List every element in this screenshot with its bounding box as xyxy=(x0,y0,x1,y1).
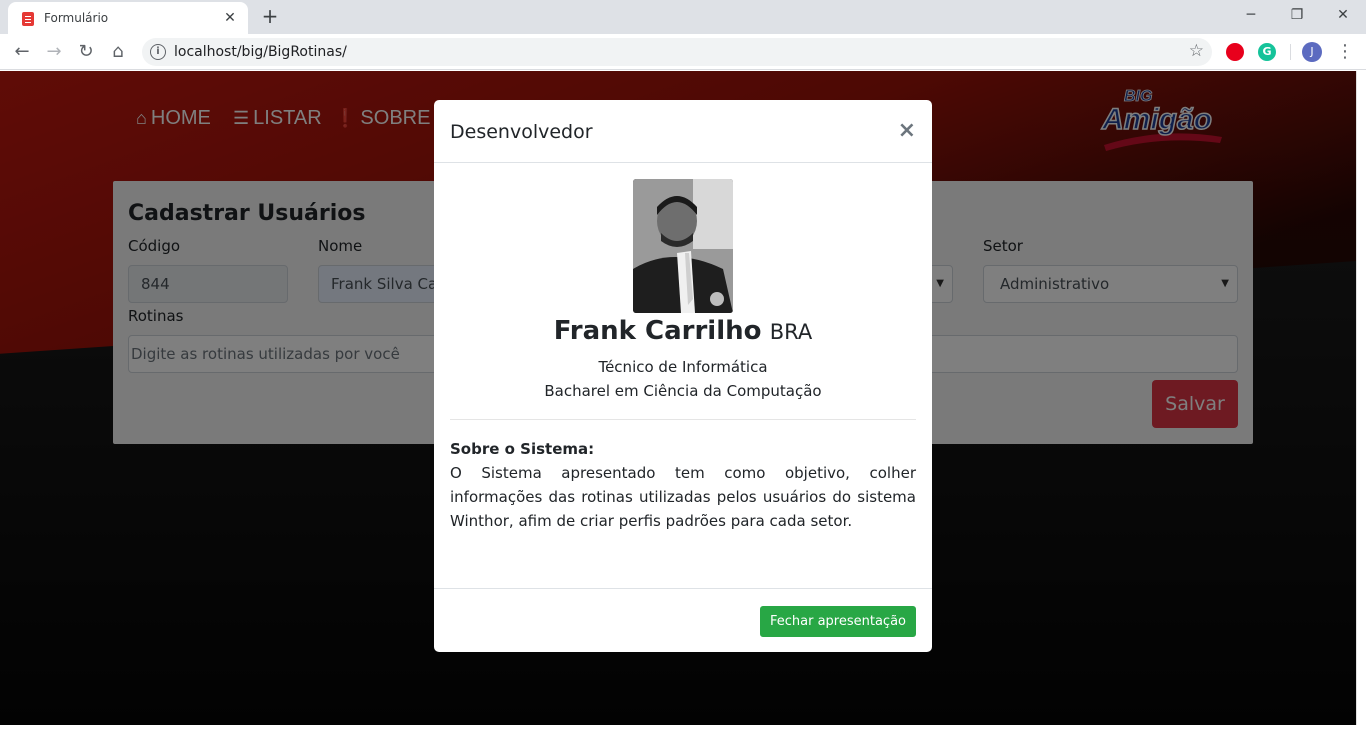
forward-icon[interactable]: → xyxy=(40,38,68,66)
modal-close-icon[interactable]: × xyxy=(898,118,916,143)
developer-modal: Desenvolvedor × Frank Carrilho BRA Técni… xyxy=(434,100,932,652)
browser-tabstrip: Formulário ✕ + ─ ❐ ✕ xyxy=(0,0,1366,34)
scrollbar[interactable] xyxy=(1356,71,1366,725)
back-icon[interactable]: ← xyxy=(8,38,36,66)
close-tab-icon[interactable]: ✕ xyxy=(220,8,240,28)
developer-degree: Bacharel em Ciência da Computação xyxy=(544,382,822,400)
window-bottom-edge xyxy=(0,725,1366,732)
modal-footer: Fechar apresentação xyxy=(434,588,932,652)
about-title: Sobre o Sistema: xyxy=(450,440,595,458)
restore-icon[interactable]: ❐ xyxy=(1274,0,1320,30)
developer-role: Técnico de Informática xyxy=(598,358,768,376)
reload-icon[interactable]: ↻ xyxy=(72,38,100,66)
browser-toolbar: ← → ↻ ⌂ i localhost/big/BigRotinas/ ☆ G … xyxy=(0,34,1366,70)
address-bar[interactable]: i localhost/big/BigRotinas/ ☆ xyxy=(142,38,1212,66)
home-icon[interactable]: ⌂ xyxy=(104,38,132,66)
developer-name-text: Frank Carrilho xyxy=(553,316,762,346)
tab-title: Formulário xyxy=(44,11,109,25)
developer-country: BRA xyxy=(769,320,813,344)
modal-header: Desenvolvedor × xyxy=(434,100,932,163)
adblock-extension-icon[interactable] xyxy=(1226,43,1244,61)
modal-title: Desenvolvedor xyxy=(450,121,593,143)
bookmark-star-icon[interactable]: ☆ xyxy=(1189,41,1204,61)
toolbar-divider xyxy=(1290,44,1291,60)
url-text[interactable]: localhost/big/BigRotinas/ xyxy=(174,44,347,60)
developer-name: Frank Carrilho BRA xyxy=(434,316,932,346)
browser-tab[interactable]: Formulário ✕ xyxy=(8,2,248,34)
minimize-icon[interactable]: ─ xyxy=(1228,0,1274,30)
modal-divider xyxy=(450,419,916,420)
developer-portrait-image xyxy=(633,179,733,313)
grammarly-extension-icon[interactable]: G xyxy=(1258,43,1276,61)
profile-avatar[interactable]: J xyxy=(1302,42,1322,62)
window-close-icon[interactable]: ✕ xyxy=(1320,0,1366,30)
about-text: O Sistema apresentado tem como objetivo,… xyxy=(450,464,916,530)
new-tab-icon[interactable]: + xyxy=(258,4,282,28)
document-icon xyxy=(22,12,34,26)
info-icon[interactable]: i xyxy=(150,44,166,60)
close-presentation-button[interactable]: Fechar apresentação xyxy=(759,606,916,637)
developer-photo xyxy=(633,179,733,313)
browser-menu-icon[interactable]: ⋮ xyxy=(1336,40,1354,64)
